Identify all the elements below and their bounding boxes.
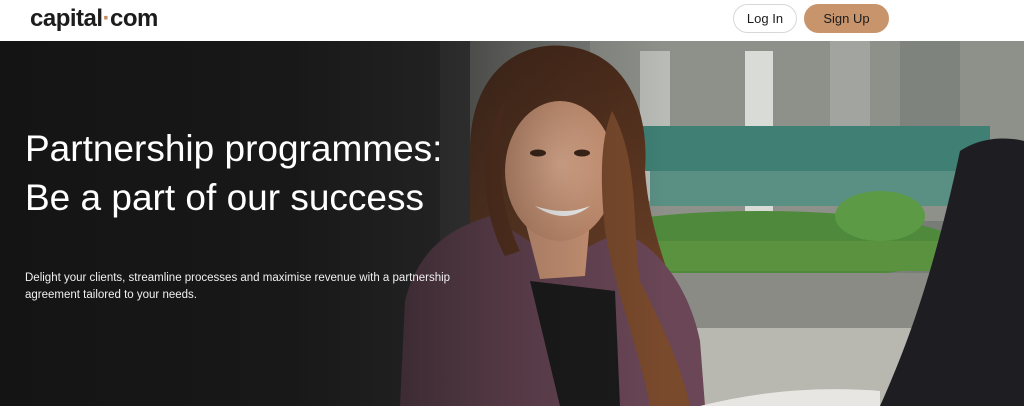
log-in-button[interactable]: Log In: [733, 4, 797, 33]
hero-title: Partnership programmes: Be a part of our…: [25, 128, 443, 218]
logo-suffix: com: [110, 5, 158, 32]
logo-text: capital: [30, 5, 103, 32]
hero-dark-overlay: [0, 41, 1024, 406]
sign-up-button[interactable]: Sign Up: [804, 4, 889, 33]
hero-banner: Partnership programmes: Be a part of our…: [0, 41, 1024, 406]
hero-subtitle: Delight your clients, streamline process…: [25, 272, 451, 301]
logo-dot: ·: [102, 5, 111, 32]
capital-com-logo[interactable]: capital·com: [30, 5, 158, 33]
site-header: capital·com Log In Sign Up: [0, 0, 1024, 41]
